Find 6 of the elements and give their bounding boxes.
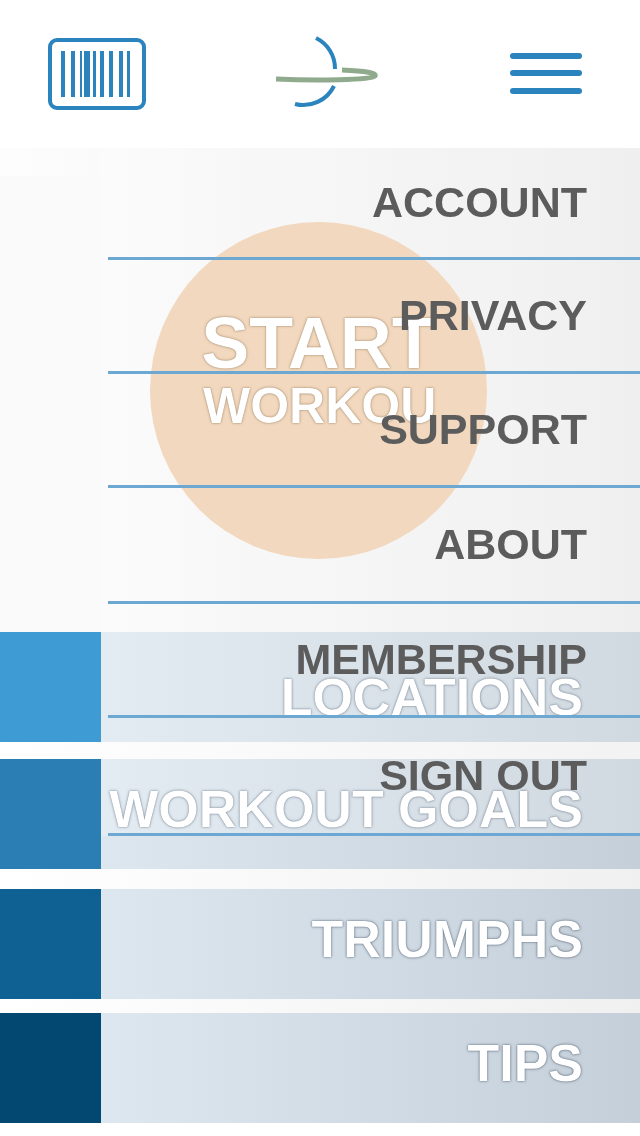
menu-icon[interactable] bbox=[510, 53, 582, 95]
menu-item[interactable]: SIGN OUT bbox=[379, 754, 587, 797]
barcode-icon[interactable] bbox=[48, 38, 146, 110]
menu-item[interactable]: ABOUT bbox=[434, 523, 587, 566]
menu-item[interactable]: MEMBERSHIP bbox=[295, 638, 587, 681]
menu-item[interactable]: ACCOUNT bbox=[372, 181, 587, 224]
